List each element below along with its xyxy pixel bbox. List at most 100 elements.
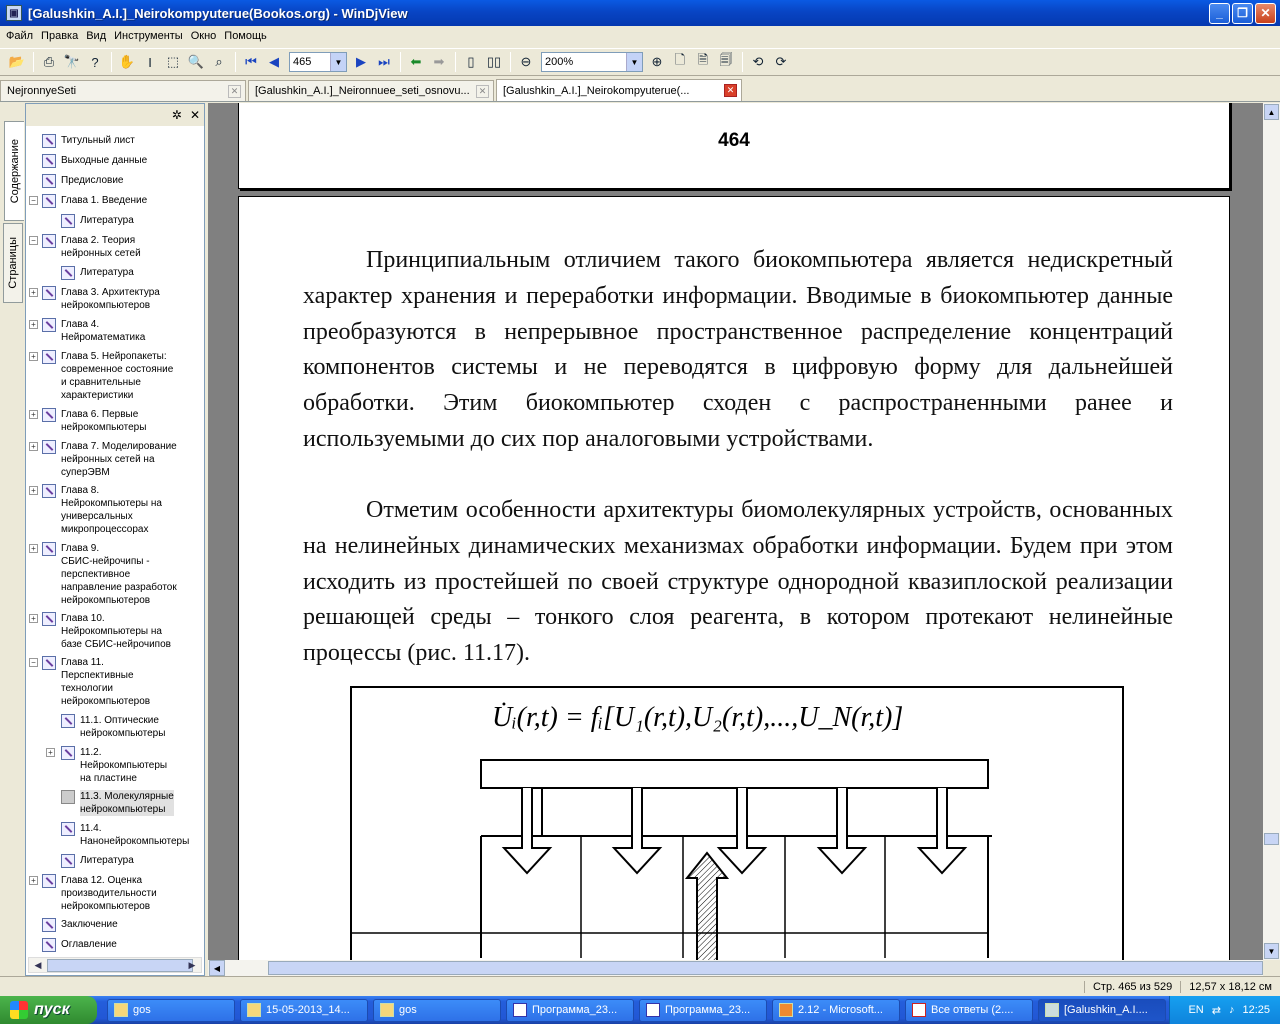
scroll-left-icon[interactable]: ◀ — [209, 960, 225, 976]
scroll-down-icon[interactable]: ▼ — [1264, 943, 1279, 959]
scroll-thumb[interactable] — [268, 961, 1263, 975]
collapse-icon[interactable]: − — [29, 658, 38, 667]
expand-icon[interactable]: + — [29, 486, 38, 495]
expand-icon[interactable]: + — [29, 320, 38, 329]
toc-item[interactable]: − Глава 11. Перспективные технологии нейр… — [26, 656, 204, 707]
fit-width-icon[interactable]: 🗎 — [692, 51, 714, 73]
network-icon[interactable]: ⇄ — [1212, 1004, 1221, 1017]
rotate-right-icon[interactable]: ⟳ — [770, 51, 792, 73]
zoom-input[interactable]: 200% — [542, 56, 626, 68]
toc-item[interactable]: + Глава 10. Нейрокомпьютеры на базе СБИС-… — [26, 612, 204, 650]
zoom-tool-icon[interactable]: 🔍 — [185, 51, 207, 73]
next-page-icon[interactable]: ▶ — [350, 51, 372, 73]
expand-icon[interactable]: + — [29, 352, 38, 361]
scroll-thumb[interactable] — [47, 959, 193, 972]
task-folder-15-05[interactable]: 15-05-2013_14... — [240, 998, 368, 1022]
restore-button[interactable]: ❐ — [1232, 2, 1253, 24]
task-word-1[interactable]: Программа_23... — [506, 998, 634, 1022]
toc-item[interactable]: + Глава 9. СБИС-нейрочипы - перспективное… — [26, 542, 204, 606]
scroll-up-icon[interactable]: ▲ — [1264, 104, 1279, 120]
collapse-icon[interactable]: − — [29, 196, 38, 205]
task-word-2[interactable]: Программа_23... — [639, 998, 767, 1022]
tab-nejronnyeseti[interactable]: NejronnyeSeti ✕ — [0, 80, 246, 101]
task-ppt[interactable]: 2.12 - Microsoft... — [772, 998, 900, 1022]
tab-neironnuee-seti[interactable]: [Galushkin_A.I.]_Neironnuee_seti_osnovu.… — [248, 80, 494, 101]
text-select-icon[interactable]: I — [139, 51, 161, 73]
prev-page-icon[interactable]: ◀ — [263, 51, 285, 73]
menu-window[interactable]: Окно — [187, 30, 221, 42]
expand-icon[interactable]: + — [29, 288, 38, 297]
toc-item[interactable]: + Глава 6. Первые нейрокомпьютеры — [26, 408, 204, 438]
hand-tool-icon[interactable]: ✋ — [116, 51, 138, 73]
zoom-in-icon[interactable]: ⊕ — [646, 51, 668, 73]
rect-select-icon[interactable]: ⬚ — [162, 51, 184, 73]
forward-icon[interactable]: ➡ — [428, 51, 450, 73]
speaker-icon[interactable]: ♪ — [1229, 1004, 1235, 1016]
language-indicator[interactable]: EN — [1188, 1004, 1203, 1016]
settings-icon[interactable]: ✲ — [172, 108, 182, 122]
document-view[interactable]: 464 Принципиальным отличием такого биоко… — [208, 103, 1263, 960]
toc-item[interactable]: Оглавление — [26, 938, 204, 958]
two-pages-icon[interactable]: ▯▯ — [483, 51, 505, 73]
expand-icon[interactable]: + — [29, 442, 38, 451]
actual-size-icon[interactable]: 🗐 — [715, 51, 737, 73]
start-button[interactable]: пуск — [0, 996, 97, 1024]
back-icon[interactable]: ⬅ — [405, 51, 427, 73]
scroll-left-icon[interactable]: ◀ — [30, 958, 46, 972]
find-icon[interactable]: 🔭 — [61, 51, 83, 73]
close-panel-icon[interactable]: ✕ — [190, 108, 200, 122]
close-button[interactable]: ✕ — [1255, 2, 1276, 24]
toc-item[interactable]: + Глава 12. Оценка производительности ней… — [26, 874, 204, 912]
task-windjview[interactable]: [Galushkin_A.I.... — [1038, 998, 1166, 1022]
collapse-icon[interactable]: − — [29, 236, 38, 245]
single-page-icon[interactable]: ▯ — [460, 51, 482, 73]
expand-icon[interactable]: + — [29, 410, 38, 419]
vertical-scrollbar[interactable]: ▲ ▼ — [1263, 103, 1280, 960]
expand-icon[interactable]: + — [29, 876, 38, 885]
horizontal-scrollbar[interactable]: ◀ ▶ — [28, 957, 202, 973]
menu-help[interactable]: Помощь — [220, 30, 271, 42]
expand-icon[interactable]: + — [29, 544, 38, 553]
tab-neirokompyuterue[interactable]: [Galushkin_A.I.]_Neirokompyuterue(... ✕ — [496, 79, 742, 101]
toc-item[interactable]: + Глава 8. Нейрокомпьютеры на универсальн… — [26, 484, 204, 535]
toc-item[interactable]: + Глава 7. Моделирование нейронных сетей … — [26, 440, 204, 478]
menu-file[interactable]: Файл — [2, 30, 37, 42]
print-icon[interactable]: ⎙ — [38, 51, 60, 73]
close-icon[interactable]: ✕ — [228, 84, 241, 98]
task-gos[interactable]: gos — [107, 998, 235, 1022]
horizontal-scrollbar-view[interactable]: ◀ — [208, 960, 1263, 976]
zoom-rect-icon[interactable]: ⌕ — [208, 51, 230, 73]
expand-icon[interactable]: + — [29, 614, 38, 623]
help-icon[interactable]: ? — [84, 51, 106, 73]
toc-item[interactable]: 11.4. Нанонейрокомпьютеры — [26, 822, 204, 852]
last-page-icon[interactable]: ⏭ — [373, 51, 395, 73]
rotate-left-icon[interactable]: ⟲ — [747, 51, 769, 73]
chevron-down-icon[interactable]: ▼ — [330, 53, 346, 71]
tab-contents[interactable]: Содержание — [4, 121, 24, 221]
menu-edit[interactable]: Правка — [37, 30, 82, 42]
page-combobox[interactable]: 465 ▼ — [289, 52, 347, 72]
zoom-combobox[interactable]: 200% ▼ — [541, 52, 643, 72]
expand-icon[interactable]: + — [46, 748, 55, 757]
menu-tools[interactable]: Инструменты — [110, 30, 187, 42]
page-number-input[interactable]: 465 — [290, 56, 330, 68]
zoom-out-icon[interactable]: ⊖ — [515, 51, 537, 73]
fit-page-icon[interactable]: 🗋 — [669, 51, 691, 73]
scroll-right-icon[interactable]: ▶ — [184, 958, 200, 972]
chevron-down-icon[interactable]: ▼ — [626, 53, 642, 71]
toc-item[interactable]: + Глава 4. Нейроматематика — [26, 318, 204, 348]
close-icon[interactable]: ✕ — [724, 84, 737, 97]
close-icon[interactable]: ✕ — [476, 84, 489, 98]
toc-item[interactable]: +11.2. Нейрокомпьютеры на пластине — [26, 746, 204, 784]
tab-pages[interactable]: Страницы — [3, 223, 23, 303]
app-icon[interactable]: ▣ — [6, 5, 22, 21]
task-gos-2[interactable]: gos — [373, 998, 501, 1022]
first-page-icon[interactable]: ⏮ — [240, 51, 262, 73]
toc-item[interactable]: − Глава 2. Теория нейронных сетей — [26, 234, 204, 264]
menu-view[interactable]: Вид — [82, 30, 110, 42]
minimize-button[interactable]: _ — [1209, 2, 1230, 24]
toc-item[interactable]: 11.3. Молекулярные нейрокомпьютеры — [26, 790, 204, 820]
scroll-thumb[interactable] — [1264, 833, 1279, 845]
toc-item[interactable]: 11.1. Оптические нейрокомпьютеры — [26, 714, 204, 744]
task-pdf[interactable]: Все ответы (2.... — [905, 998, 1033, 1022]
